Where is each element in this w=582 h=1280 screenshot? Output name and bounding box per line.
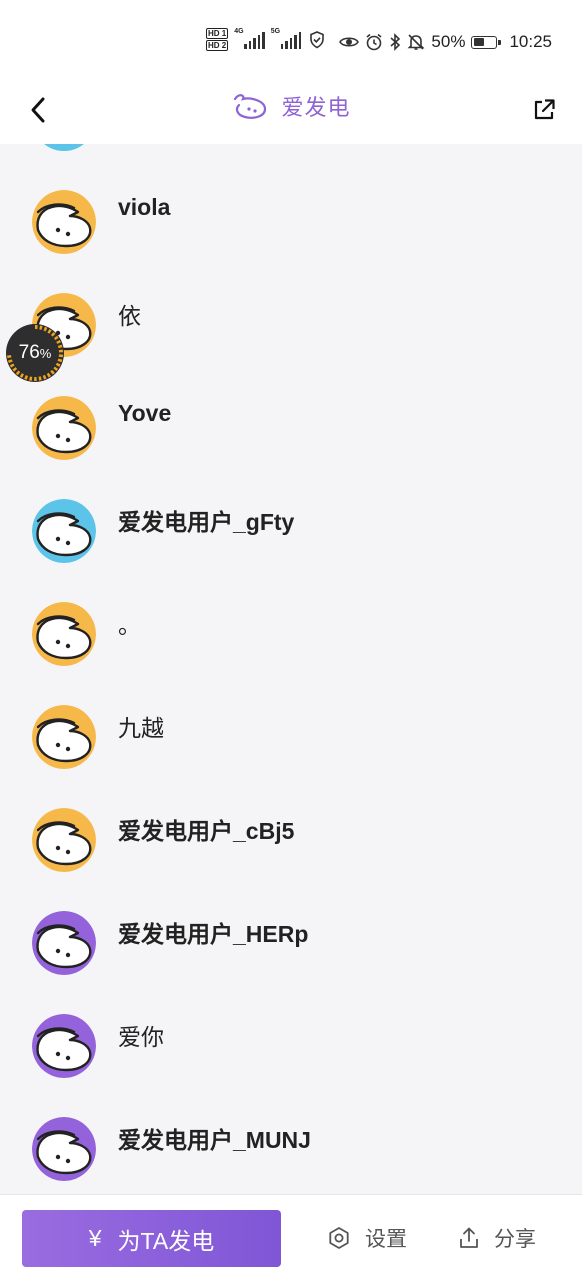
- user-name: 爱发电用户_HERp: [118, 921, 309, 947]
- eye-icon: [339, 37, 360, 47]
- avatar[interactable]: [32, 1014, 96, 1078]
- avatar[interactable]: [32, 499, 96, 563]
- bluetooth-icon: [390, 33, 401, 51]
- avatar-face-icon: [32, 1117, 96, 1181]
- user-name: 爱你: [118, 1024, 164, 1050]
- list-item[interactable]: 爱发电用户_cBj5: [0, 762, 582, 872]
- list-item[interactable]: 。: [0, 556, 582, 666]
- avatar-face-icon: [32, 705, 96, 769]
- user-name: 爱发电用户_MUNJ: [118, 1127, 311, 1153]
- avatar-face-icon: [32, 499, 96, 563]
- share-label: 分享: [494, 1228, 536, 1251]
- list-item[interactable]: 九越: [0, 659, 582, 769]
- battery-fill: [473, 38, 484, 46]
- page: HD 1 HD 2 4G 5G 50% 10:25 爱发电 viola 依 Yo…: [0, 0, 582, 1280]
- avatar[interactable]: [32, 705, 96, 769]
- user-name: 九越: [118, 715, 164, 741]
- user-name: Yove: [118, 400, 172, 426]
- afdian-logo-icon: [234, 94, 267, 119]
- settings-button[interactable]: 设置: [327, 1223, 407, 1253]
- settings-label: 设置: [365, 1228, 407, 1251]
- badge-text: 76%: [19, 342, 52, 364]
- list-item[interactable]: 依: [0, 247, 582, 357]
- list-item[interactable]: 爱发电用户_HERp: [0, 865, 582, 975]
- bell-off-icon: [407, 34, 425, 50]
- list-item[interactable]: 爱发电用户_gFty: [0, 453, 582, 563]
- shield-icon: [310, 30, 325, 48]
- avatar[interactable]: [32, 911, 96, 975]
- avatar[interactable]: [32, 396, 96, 460]
- avatar[interactable]: [32, 602, 96, 666]
- user-name: 爱发电用户_cBj5: [118, 818, 295, 844]
- page-title: 爱发电: [281, 95, 351, 120]
- signal-4g-icon: 4G: [234, 27, 265, 49]
- open-external-button[interactable]: [526, 92, 562, 128]
- battery-percent: 50%: [431, 32, 466, 51]
- badge-unit: %: [39, 346, 52, 361]
- hd2-label: HD 2: [206, 40, 229, 51]
- status-bar: HD 1 HD 2 4G 5G 50% 10:25: [0, 0, 582, 80]
- user-name: 。: [118, 612, 141, 638]
- hd-indicator: HD 1 HD 2: [206, 28, 229, 51]
- alarm-icon: [366, 33, 382, 51]
- support-button[interactable]: ¥ 为TA发电: [22, 1210, 281, 1267]
- net2-label: 5G: [270, 27, 281, 35]
- supporter-list: viola 依 Yove 爱发电用户_gFty 。 九越 爱发电用户_cBj5 …: [0, 144, 582, 1194]
- clock-time: 10:25: [509, 32, 552, 51]
- share-icon: [460, 1227, 478, 1248]
- yen-icon: ¥: [88, 1225, 102, 1251]
- avatar-face-icon: [32, 911, 96, 975]
- nav-title-group: 爱发电: [0, 90, 582, 122]
- avatar-face-icon: [32, 602, 96, 666]
- status-right: 50% 10:25: [339, 32, 552, 52]
- net1-label: 4G: [234, 27, 244, 35]
- list-item[interactable]: Yove: [0, 350, 582, 460]
- avatar-face-icon: [32, 190, 96, 254]
- support-label: 为TA发电: [117, 1227, 215, 1254]
- list-item[interactable]: 爱你: [0, 968, 582, 1078]
- user-name: 依: [118, 303, 141, 329]
- avatar-face-icon: [32, 396, 96, 460]
- floating-speed-badge[interactable]: 76%: [6, 324, 64, 382]
- list-item[interactable]: 爱发电用户_MUNJ: [0, 1071, 582, 1181]
- user-name: 爱发电用户_gFty: [118, 509, 295, 535]
- list-item[interactable]: viola: [0, 144, 582, 254]
- external-link-icon: [534, 99, 555, 120]
- status-left-icons: HD 1 HD 2 4G 5G: [206, 28, 325, 51]
- hd1-label: HD 1: [206, 28, 229, 39]
- settings-icon: [329, 1227, 349, 1249]
- signal-5g-icon: 5G: [270, 27, 302, 49]
- user-name: viola: [118, 194, 171, 220]
- avatar[interactable]: [32, 808, 96, 872]
- avatar-face-icon: [32, 1014, 96, 1078]
- avatar[interactable]: [32, 190, 96, 254]
- share-button[interactable]: 分享: [458, 1223, 536, 1253]
- bottom-bar: ¥ 为TA发电 设置 分享: [0, 1194, 582, 1280]
- battery-icon: [471, 35, 502, 49]
- avatar[interactable]: [32, 1117, 96, 1181]
- nav-bar: 爱发电: [0, 80, 582, 144]
- avatar-face-icon: [32, 808, 96, 872]
- badge-value: 76: [18, 342, 40, 363]
